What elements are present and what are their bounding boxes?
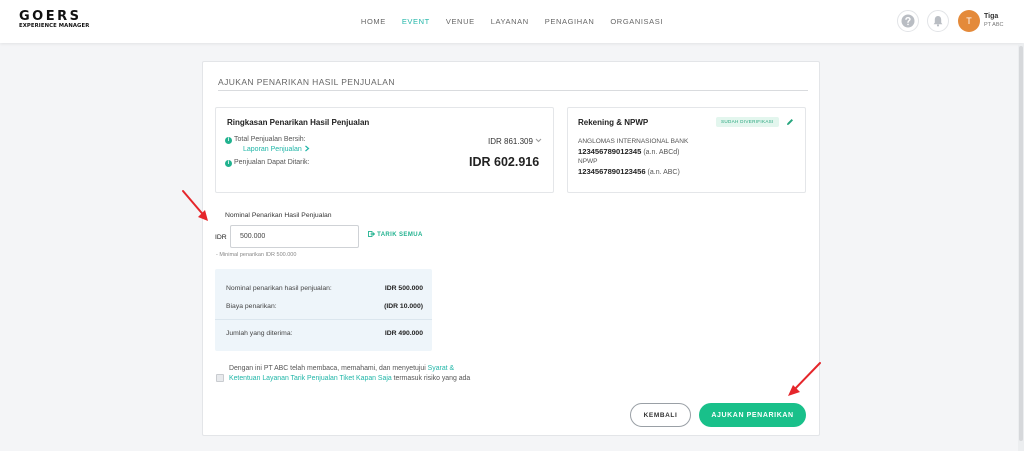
- logo-tagline: EXPERIENCE MANAGER: [19, 23, 90, 29]
- withdrawable-value: IDR 602.916: [469, 155, 540, 169]
- account-title: Rekening & NPWP: [578, 118, 649, 127]
- bell-icon: [933, 16, 943, 27]
- agreement-checkbox[interactable]: [216, 374, 224, 382]
- user-avatar[interactable]: T: [958, 10, 980, 32]
- edit-pencil-icon[interactable]: [786, 118, 794, 126]
- goers-logo[interactable]: GOERS EXPERIENCE MANAGER: [19, 10, 89, 29]
- bank-account-panel: Rekening & NPWP SUDAH DIVERIFIKASI ANGLO…: [567, 107, 806, 193]
- account-number: 123456789012345: [578, 147, 642, 156]
- withdrawal-breakdown: Nominal penarikan hasil penjualan: IDR 50…: [215, 269, 432, 351]
- nav-layanan[interactable]: LAYANAN: [491, 17, 529, 26]
- notifications-button[interactable]: [927, 10, 949, 32]
- back-button[interactable]: KEMBALI: [630, 403, 691, 427]
- nominal-label: Nominal Penarikan Hasil Penjualan: [225, 212, 332, 219]
- breakdown-row-total: Jumlah yang diterima: IDR 490.000: [226, 330, 423, 337]
- npwp-number: 1234567890123456: [578, 167, 646, 176]
- breakdown-divider: [215, 319, 432, 320]
- currency-label: IDR: [215, 234, 227, 241]
- info-icon[interactable]: i: [225, 137, 232, 144]
- agreement-text: Dengan ini PT ABC telah membaca, memaham…: [229, 365, 471, 382]
- page-scrollbar-thumb[interactable]: [1019, 46, 1023, 441]
- npwp-label: NPWP: [578, 158, 598, 165]
- help-button[interactable]: [897, 10, 919, 32]
- verified-badge: SUDAH DIVERIFIKASI: [716, 117, 779, 127]
- nav-event[interactable]: EVENT: [402, 17, 430, 26]
- breakdown-row-fee: Biaya penarikan: (IDR 10.000): [226, 303, 423, 310]
- net-sales-dropdown[interactable]: IDR 861.309: [488, 137, 542, 146]
- breakdown-row-nominal: Nominal penarikan hasil penjualan: IDR 50…: [226, 285, 423, 292]
- submit-withdrawal-button[interactable]: AJUKAN PENARIKAN: [699, 403, 806, 427]
- user-company: PT ABC: [984, 22, 1004, 28]
- nav-penagihan[interactable]: PENAGIHAN: [545, 17, 595, 26]
- annotation-arrow-icon: [788, 362, 821, 396]
- withdrawable-label: i Penjualan Dapat Ditarik:: [225, 159, 310, 167]
- annotation-arrow-icon: [182, 190, 208, 221]
- nav-organisasi[interactable]: ORGANISASI: [610, 17, 663, 26]
- account-number-line: 123456789012345 (a.n. ABCd): [578, 147, 680, 156]
- bank-name: ANGLOMAS INTERNASIONAL BANK: [578, 138, 689, 145]
- help-icon: [901, 14, 915, 28]
- nav-home[interactable]: HOME: [361, 17, 386, 26]
- logo-wordmark: GOERS: [19, 9, 82, 24]
- withdraw-icon: [368, 231, 376, 237]
- withdraw-all-button[interactable]: TARIK SEMUA: [368, 231, 423, 238]
- page-title: AJUKAN PENARIKAN HASIL PENJUALAN: [218, 77, 395, 87]
- sales-report-link[interactable]: Laporan Penjualan: [243, 145, 310, 153]
- net-sales-label: i Total Penjualan Bersih:: [225, 136, 306, 144]
- npwp-line: 1234567890123456 (a.n. ABC): [578, 167, 680, 176]
- top-navigation-bar: GOERS EXPERIENCE MANAGER HOME EVENT VENU…: [0, 0, 1024, 43]
- title-divider: [218, 90, 808, 91]
- summary-panel: Ringkasan Penarikan Hasil Penjualan i Tot…: [215, 107, 554, 193]
- info-icon[interactable]: i: [225, 160, 232, 167]
- chevron-down-icon: [535, 138, 542, 143]
- npwp-holder: (a.n. ABC): [647, 169, 680, 176]
- net-sales-value: IDR 861.309: [488, 137, 533, 146]
- nav-venue[interactable]: VENUE: [446, 17, 475, 26]
- account-holder: (a.n. ABCd): [643, 149, 680, 156]
- chevron-right-icon: [304, 145, 310, 152]
- main-nav: HOME EVENT VENUE LAYANAN PENAGIHAN ORGAN…: [0, 0, 1024, 43]
- user-name[interactable]: Tiga: [984, 13, 998, 20]
- minimum-hint: - Minimal penarikan IDR 500.000: [216, 252, 297, 258]
- summary-title: Ringkasan Penarikan Hasil Penjualan: [227, 118, 370, 127]
- nominal-input[interactable]: [230, 225, 359, 248]
